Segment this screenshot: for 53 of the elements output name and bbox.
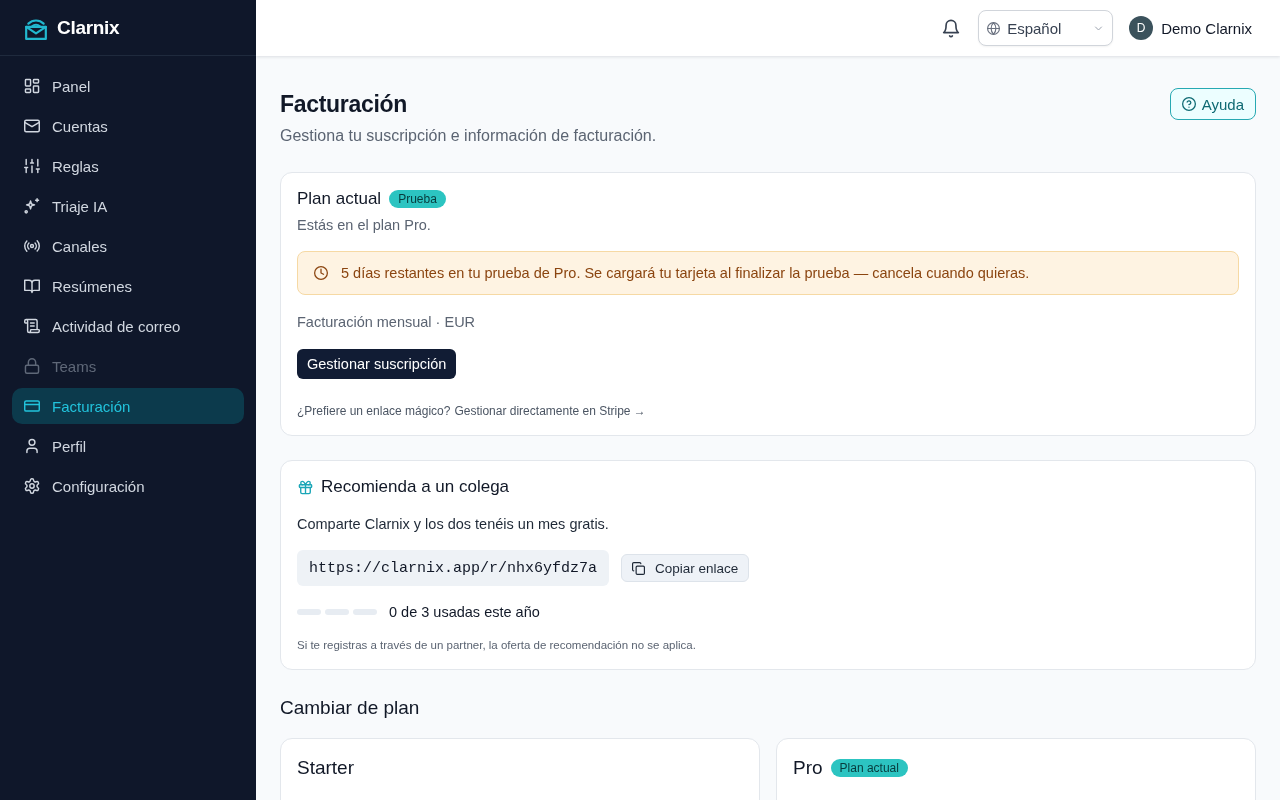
sidebar-item[interactable]: Cuentas [12, 108, 244, 144]
referral-description: Comparte Clarnix y los dos tenéis un mes gratis. [297, 515, 610, 534]
stripe-link[interactable]: Gestionar directamente en Stripe → [454, 403, 646, 419]
manage-subscription-button[interactable]: Gestionar suscripción [297, 349, 457, 379]
magic-link-prompt: ¿Prefiere un enlace mágico? [297, 403, 451, 419]
plan-description: Estás en el plan Pro. [297, 216, 432, 235]
broadcast-icon [24, 238, 40, 254]
clock-icon [314, 266, 328, 280]
lock-icon [24, 358, 40, 374]
card-title: Recomienda a un colega [321, 476, 510, 498]
gift-icon [298, 479, 313, 495]
card-title: Plan actual [297, 188, 382, 210]
plan-name: Starter [297, 756, 355, 780]
referral-url-box: https://clarnix.app/r/nhx6yfdz7a [297, 550, 610, 586]
scroll-icon [24, 318, 40, 334]
sidebar-item[interactable]: Triaje IA [12, 188, 244, 224]
avatar: D [1129, 16, 1154, 40]
current-plan-badge: Plan actual [830, 759, 908, 777]
user-name: Demo Clarnix [1161, 19, 1252, 37]
page-subtitle: Gestiona tu suscripción e información de facturación. [280, 126, 657, 146]
user-icon [24, 438, 40, 454]
settings-icon [24, 478, 40, 494]
copy-link-button[interactable]: Copiar enlace [621, 554, 750, 582]
language-select[interactable]: Español [978, 10, 1114, 46]
sidebar-item[interactable]: Facturación [12, 388, 244, 424]
help-icon [1181, 97, 1196, 111]
brand-name: Clarnix [57, 16, 120, 39]
alert-text: 5 días restantes en tu prueba de Pro. Se cargará tu tarjeta al finalizar la prueba — cancela cuando quieras. [341, 265, 1030, 281]
sidebar-item[interactable]: Reglas [12, 148, 244, 184]
sparkle-icon [24, 198, 40, 214]
sliders-icon [24, 158, 40, 174]
section-title: Cambiar de plan [280, 696, 421, 720]
grid-icon [24, 78, 40, 94]
notifications-button[interactable] [942, 18, 961, 38]
status-badge: Prueba [389, 190, 446, 208]
referral-note: Si te registras a través de un partner, la oferta de recomendación no se aplica. [297, 638, 697, 653]
help-button[interactable]: Ayuda [1169, 88, 1256, 120]
globe-icon [987, 21, 1001, 35]
credit-card-icon [24, 398, 40, 414]
sidebar-item[interactable]: Actividad de correo [12, 308, 244, 344]
sidebar-item[interactable]: Resúmenes [12, 268, 244, 304]
plan-name: Pro [793, 756, 823, 780]
usage-count: 0 de 3 usadas este año [389, 604, 540, 620]
sidebar-item[interactable]: Panel [12, 68, 244, 104]
bell-icon [942, 18, 961, 38]
book-icon [24, 278, 40, 294]
envelope-icon [24, 118, 40, 134]
copy-icon [632, 561, 646, 575]
sidebar-item[interactable]: Canales [12, 228, 244, 264]
sidebar-item[interactable]: Perfil [12, 428, 244, 464]
billing-info: Facturación mensual · EUR [297, 313, 477, 332]
page-title: Facturación [280, 90, 409, 119]
sidebar-item[interactable]: Configuración [12, 468, 244, 504]
